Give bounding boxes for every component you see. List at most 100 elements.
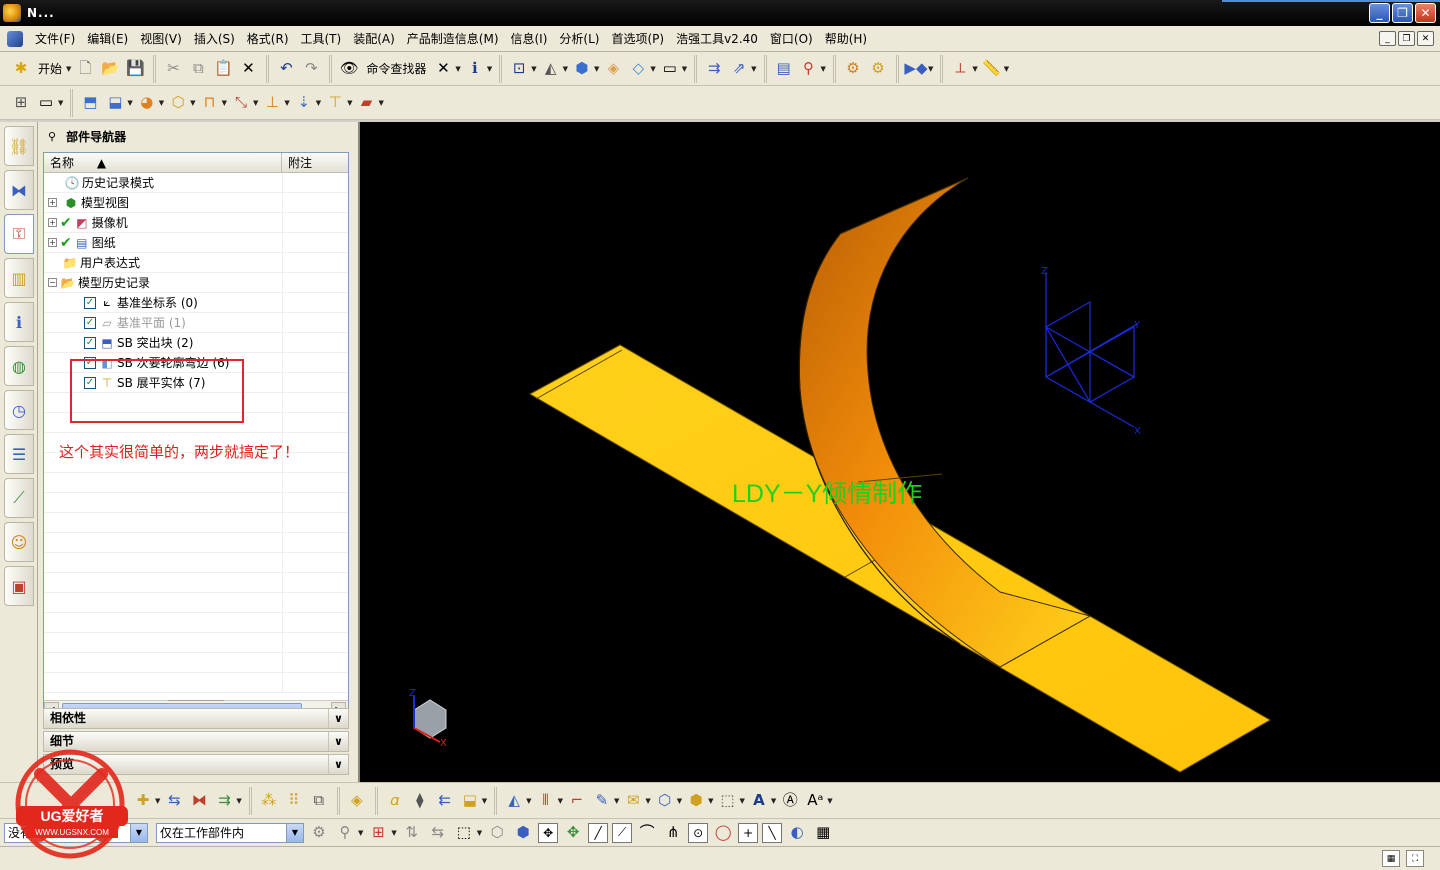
- text-icon[interactable]: A: [748, 790, 770, 812]
- snap-bounded-grid-icon[interactable]: ▦: [812, 822, 834, 844]
- sequence-icon[interactable]: ⇇: [434, 790, 456, 812]
- move-component-icon[interactable]: ⇉: [213, 790, 235, 812]
- visibility-checkbox[interactable]: ✓: [84, 336, 96, 349]
- restore-button[interactable]: ❐: [1392, 3, 1413, 23]
- pmi-icon-4[interactable]: ✎: [591, 790, 613, 812]
- visibility-checkbox[interactable]: ✓: [84, 296, 96, 309]
- status-grid-icon[interactable]: ▦: [1382, 850, 1400, 867]
- pmi-icon-7[interactable]: ⬢: [685, 790, 707, 812]
- flange-icon[interactable]: ⬓: [104, 92, 126, 114]
- tree-row[interactable]: 🕓 历史记录模式: [44, 173, 348, 193]
- relief-icon[interactable]: ⊥: [261, 92, 283, 114]
- snap-center-icon[interactable]: ⊙: [688, 822, 709, 843]
- flat-pattern-icon[interactable]: ▰: [356, 92, 378, 114]
- filter-icon-2[interactable]: ⚲: [334, 822, 356, 844]
- weld-icon[interactable]: ⬓: [459, 790, 481, 812]
- tree-row[interactable]: + ✔ ▤ 图纸: [44, 233, 348, 253]
- datum-csys[interactable]: [1044, 272, 1138, 428]
- menu-haoqiang-tools[interactable]: 浩强工具v2.40: [670, 26, 764, 52]
- document-icon[interactable]: [7, 30, 23, 47]
- pmi-icon-8[interactable]: ⬚: [717, 790, 739, 812]
- splitter-grip[interactable]: [168, 700, 224, 704]
- assembly-icon-2[interactable]: ⇗: [728, 58, 750, 80]
- snap-options-icon[interactable]: ✥: [562, 822, 584, 844]
- undo-icon[interactable]: ↶: [275, 58, 297, 80]
- wave-linker-icon[interactable]: ▤: [773, 58, 795, 80]
- pmi-icon-3[interactable]: ⌐: [566, 790, 588, 812]
- measure-distance-icon[interactable]: 📏: [981, 58, 1003, 80]
- new-icon[interactable]: 🗋: [74, 58, 96, 80]
- bend-icon[interactable]: ⊓: [199, 92, 221, 114]
- wave-icon[interactable]: ◈: [346, 790, 368, 812]
- contour-flange-icon[interactable]: ◕: [136, 92, 158, 114]
- process-studio-tab[interactable]: ⟋: [4, 478, 34, 518]
- expand-icon[interactable]: +: [48, 198, 57, 207]
- roles-tab[interactable]: ☺: [4, 522, 34, 562]
- menu-pmi[interactable]: 产品制造信息(M): [401, 26, 505, 52]
- body-filter-icon[interactable]: ⬡: [486, 822, 508, 844]
- tree-row[interactable]: ✓ ⬒ SB 突出块 (2): [44, 333, 348, 353]
- dependencies-section[interactable]: 相依性 ∨: [43, 708, 349, 729]
- analysis-icon[interactable]: ⚲: [798, 58, 820, 80]
- tree-row[interactable]: ✓ ▱ 基准平面 (1): [44, 313, 348, 333]
- menu-analysis[interactable]: 分析(L): [553, 26, 605, 52]
- tab-icon[interactable]: ⬒: [79, 92, 101, 114]
- column-notes[interactable]: 附注: [282, 153, 348, 172]
- menu-window[interactable]: 窗口(O): [764, 26, 819, 52]
- copy-icon[interactable]: ⧉: [187, 58, 209, 80]
- render-style-icon[interactable]: ◭: [540, 58, 562, 80]
- close-button[interactable]: ✕: [1415, 3, 1436, 23]
- text-size-icon[interactable]: Aᵃ: [804, 790, 826, 812]
- snap-all-icon[interactable]: ✥: [538, 822, 559, 843]
- rectangle-select-icon[interactable]: ⬚: [453, 822, 475, 844]
- clip-icon[interactable]: 𝛼: [384, 790, 406, 812]
- start-button[interactable]: 开始: [38, 60, 62, 77]
- chevron-down-icon[interactable]: ∨: [328, 709, 348, 728]
- menu-file[interactable]: 文件(F): [29, 26, 81, 52]
- history-palette-tab[interactable]: ◍: [4, 346, 34, 386]
- mirror-assembly-icon[interactable]: ⇆: [163, 790, 185, 812]
- save-icon[interactable]: 💾: [124, 58, 146, 80]
- search-text-icon[interactable]: Ⓐ: [779, 790, 801, 812]
- doc-close-button[interactable]: ✕: [1417, 31, 1434, 46]
- visibility-checkbox[interactable]: ✓: [84, 316, 96, 329]
- motion-icon[interactable]: ▶◆: [904, 58, 927, 80]
- chevron-down-icon[interactable]: ∨: [328, 732, 348, 751]
- part-navigator-tab[interactable]: ⚿: [4, 214, 34, 254]
- menu-tools[interactable]: 工具(T): [295, 26, 348, 52]
- tree-row[interactable]: + ⬢ 模型视图: [44, 193, 348, 213]
- binoculars-icon[interactable]: 👁: [338, 58, 360, 80]
- tree-row[interactable]: + ✔ ◩ 摄像机: [44, 213, 348, 233]
- tree-row[interactable]: ✓ ⟀ 基准坐标系 (0): [44, 293, 348, 313]
- doc-restore-button[interactable]: ❐: [1398, 31, 1415, 46]
- history-tab[interactable]: ◷: [4, 390, 34, 430]
- web-browser-tab[interactable]: ℹ: [4, 302, 34, 342]
- menu-preferences[interactable]: 首选项(P): [605, 26, 670, 52]
- info-icon[interactable]: ℹ: [464, 58, 486, 80]
- pmi-icon-5[interactable]: ✉: [622, 790, 644, 812]
- work-layer-box-icon[interactable]: ▭: [659, 58, 681, 80]
- add-component-icon[interactable]: ✚: [132, 790, 154, 812]
- command-finder-button[interactable]: 命令查找器: [366, 60, 426, 77]
- pin-icon[interactable]: ⚲: [48, 130, 56, 143]
- expand-icon[interactable]: +: [48, 218, 57, 227]
- menu-assembly[interactable]: 装配(A): [347, 26, 401, 52]
- orient-view-icon[interactable]: ⬢: [571, 58, 593, 80]
- tree-row[interactable]: 📁 用户表达式: [44, 253, 348, 273]
- checkmark-icon[interactable]: ✔: [60, 235, 72, 251]
- minimize-button[interactable]: _: [1369, 3, 1390, 23]
- corner-icon[interactable]: ⤡: [230, 92, 252, 114]
- snap-on-face-icon[interactable]: ◐: [786, 822, 808, 844]
- system-materials-tab[interactable]: ☰: [4, 434, 34, 474]
- layer-visible-icon[interactable]: ◇: [627, 58, 649, 80]
- tool-icon-1[interactable]: ⚙: [842, 58, 864, 80]
- punch-icon[interactable]: ⇣: [293, 92, 315, 114]
- selection-scope-select[interactable]: 仅在工作部件内 ▼: [156, 822, 304, 843]
- pmi-icon-6[interactable]: ⬡: [654, 790, 676, 812]
- doc-minimize-button[interactable]: _: [1379, 31, 1396, 46]
- snap-midpoint-icon[interactable]: ⟋: [612, 822, 633, 843]
- menu-format[interactable]: 格式(R): [241, 26, 295, 52]
- menu-view[interactable]: 视图(V): [134, 26, 188, 52]
- delete-icon[interactable]: ✕: [237, 58, 259, 80]
- tool-icon-2[interactable]: ⚙: [867, 58, 889, 80]
